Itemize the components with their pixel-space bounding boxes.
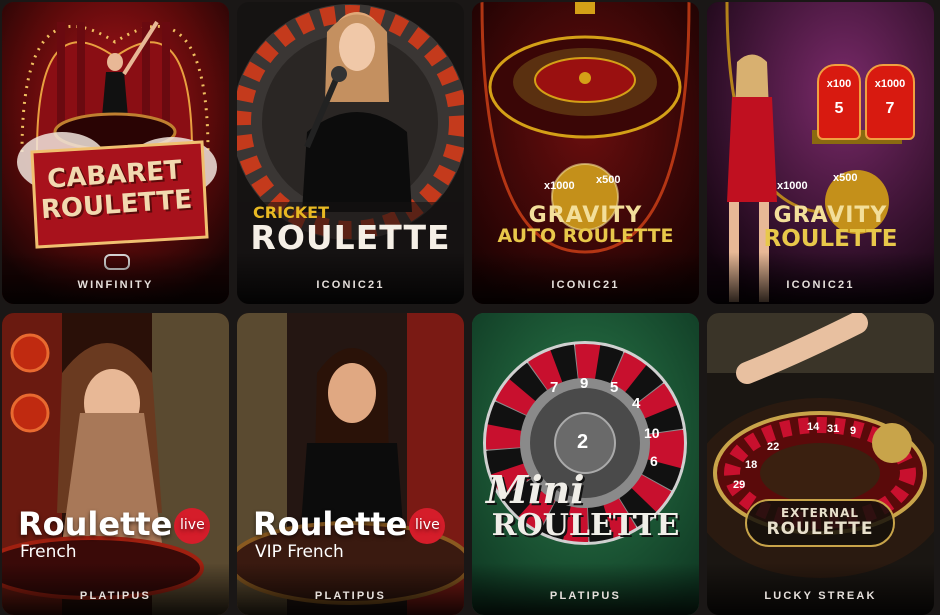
live-badge: live [409,508,446,544]
wheel-number: 6 [650,453,658,469]
wheel-number: 5 [610,379,619,396]
wheel-number: 4 [632,395,641,412]
wheel-number: 31 [827,423,840,435]
provider-label: LUCKY STREAK [707,563,934,615]
roulette-vip-subtitle: VIP French [255,542,344,562]
roulette-french-subtitle: French [20,542,77,562]
provider-label: PLATIPUS [2,563,229,615]
roulette-vip-title: Roulette live [253,505,446,544]
bonus-badge-2: x1000 7 [865,64,915,140]
game-card-roulette-french[interactable]: Roulette live French PLATIPUS [2,313,229,615]
game-card-cabaret-roulette[interactable]: CABARET ROULETTE WINFINITY [2,2,229,304]
multiplier-left: x1000 [777,180,808,192]
wheel-number: 18 [745,459,758,471]
game-card-cricket-roulette[interactable]: CRICKET ROULETTE ICONIC21 [237,2,464,304]
wheel-number: 9 [580,375,589,392]
multiplier-right: x500 [833,172,858,184]
gravity-title: GRAVITY ROULETTE [763,203,898,253]
external-roulette-logo: EXTERNAL ROULETTE [745,499,895,547]
wheel-number: 10 [644,425,660,441]
roulette-french-title: Roulette live [18,505,211,544]
provider-label: ICONIC21 [472,252,699,304]
wheel-number: 22 [767,441,780,453]
wheel-number: 14 [807,421,820,433]
wheel-number: 29 [733,479,746,491]
cricket-title: CRICKET ROULETTE [250,203,451,257]
game-grid: CABARET ROULETTE WINFINITY CRICKET ROULE… [0,0,940,615]
game-card-gravity-roulette[interactable]: x100 5 x1000 7 x1000 x500 GRAVITY ROULET… [707,2,934,304]
bonus-badge-1: x100 5 [817,64,861,140]
wheel-number: 7 [550,379,559,396]
multiplier-right: x500 [596,174,621,186]
game-card-mini-roulette[interactable]: 7 9 5 4 10 6 2 Mini ROULETTE PLATIPUS [472,313,699,615]
provider-label: PLATIPUS [472,563,699,615]
wheel-number: 9 [850,425,857,437]
gravity-auto-title: GRAVITY AUTO ROULETTE [497,203,674,248]
multiplier-left: x1000 [544,180,575,192]
live-badge: live [174,508,211,544]
wheel-center-number: 2 [577,431,589,453]
provider-label: PLATIPUS [237,563,464,615]
game-card-external-roulette[interactable]: 14 31 9 22 18 29 EXTERNAL ROULETTE LUCKY… [707,313,934,615]
provider-label: ICONIC21 [707,252,934,304]
provider-label: WINFINITY [2,252,229,304]
mini-roulette-title: Mini ROULETTE [486,467,680,543]
provider-label: ICONIC21 [237,252,464,304]
game-card-roulette-vip-french[interactable]: Roulette live VIP French PLATIPUS [237,313,464,615]
game-card-gravity-auto-roulette[interactable]: x1000 x500 GRAVITY AUTO ROULETTE ICONIC2… [472,2,699,304]
